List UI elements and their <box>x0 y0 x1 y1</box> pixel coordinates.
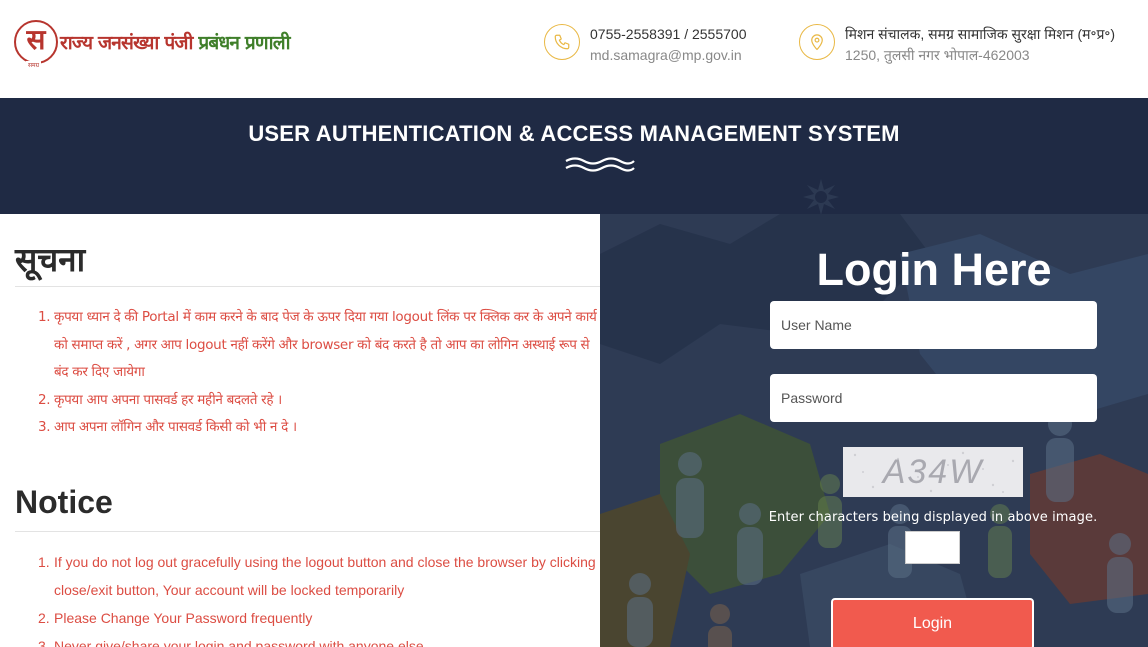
location-pin-icon <box>799 24 835 60</box>
list-item-text: Please Change Your Password frequently <box>54 610 313 626</box>
list-item-text: कृपया ध्यान दे की Portal में काम करने के… <box>54 309 597 380</box>
login-panel: Login Here A34W Enter characters being d… <box>600 214 1148 647</box>
list-item-number: 2. <box>38 391 51 408</box>
logo-title: राज्य जनसंख्या पंजी प्रबंधन प्रणाली <box>60 29 291 55</box>
notice-english-heading: Notice <box>15 482 600 532</box>
title-banner: USER AUTHENTICATION & ACCESS MANAGEMENT … <box>0 98 1148 215</box>
list-item: 1. कृपया ध्यान दे की Portal में काम करने … <box>38 304 598 387</box>
contact-phone-block: 0755-2558391 / 2555700 md.samagra@mp.gov… <box>544 24 746 66</box>
list-item: 1. If you do not log out gracefully using… <box>38 548 598 604</box>
captcha-image: A34W <box>843 447 1023 497</box>
logo-mark: स समग्र <box>14 20 58 69</box>
captcha-hint: Enter characters being displayed in abov… <box>768 510 1098 525</box>
wave-divider-icon <box>565 157 635 172</box>
password-input[interactable] <box>770 374 1097 422</box>
list-item-text: If you do not log out gracefully using t… <box>54 554 596 598</box>
list-item: 2. Please Change Your Password frequently <box>38 604 598 632</box>
list-item-number: 3. <box>38 419 51 435</box>
site-logo[interactable]: स समग्र राज्य जनसंख्या पंजी प्रबंधन प्रण… <box>14 16 294 69</box>
login-button[interactable]: Login <box>831 598 1034 647</box>
list-item: 3. Never give/share your login and passwo… <box>38 632 598 647</box>
list-item: 3. आप अपना लॉगिन और पासवर्ड किसी को भी न … <box>38 414 598 442</box>
notice-hindi-heading: सूचना <box>15 236 600 287</box>
logo-mark-glyph: स <box>26 23 46 56</box>
emblem-star-icon <box>803 179 839 215</box>
contact-phone-number: 0755-2558391 / 2555700 <box>590 26 747 42</box>
list-item-number: 3. <box>38 638 50 647</box>
captcha-text: A34W <box>881 453 984 491</box>
list-item-text: Never give/share your login and password… <box>54 638 424 647</box>
login-title: Login Here <box>816 244 1052 295</box>
list-item-text: कृपया आप अपना पासवर्ड हर महीने बदलते रहे… <box>54 391 282 408</box>
contact-email[interactable]: md.samagra@mp.gov.in <box>590 45 746 66</box>
site-header: स समग्र राज्य जनसंख्या पंजी प्रबंधन प्रण… <box>0 0 1148 98</box>
logo-mark-subtext: समग्र <box>26 61 42 69</box>
username-input[interactable] <box>770 301 1097 349</box>
contact-address-line2: 1250, तुलसी नगर भोपाल-462003 <box>845 47 1030 63</box>
captcha-input[interactable] <box>905 531 960 564</box>
phone-icon <box>544 24 580 60</box>
list-item-number: 1. <box>38 309 51 325</box>
contact-address-block: मिशन संचालक, समग्र सामाजिक सुरक्षा मिशन … <box>799 24 1115 66</box>
banner-title: USER AUTHENTICATION & ACCESS MANAGEMENT … <box>248 121 900 146</box>
logo-title-part1: राज्य जनसंख्या पंजी <box>60 32 199 54</box>
list-item-number: 1. <box>38 554 50 570</box>
list-item-number: 2. <box>38 610 50 626</box>
notice-section: सूचना 1. कृपया ध्यान दे की Portal में काम… <box>0 214 600 647</box>
notice-hindi-list: 1. कृपया ध्यान दे की Portal में काम करने … <box>38 304 598 442</box>
list-item: 2. कृपया आप अपना पासवर्ड हर महीने बदलते र… <box>38 387 598 415</box>
notice-english-list: 1. If you do not log out gracefully using… <box>38 548 598 647</box>
contact-address-line1: मिशन संचालक, समग्र सामाजिक सुरक्षा मिशन … <box>845 26 1116 42</box>
list-item-text: आप अपना लॉगिन और पासवर्ड किसी को भी न दे… <box>54 419 297 435</box>
logo-title-part2: प्रबंधन प्रणाली <box>198 32 290 54</box>
